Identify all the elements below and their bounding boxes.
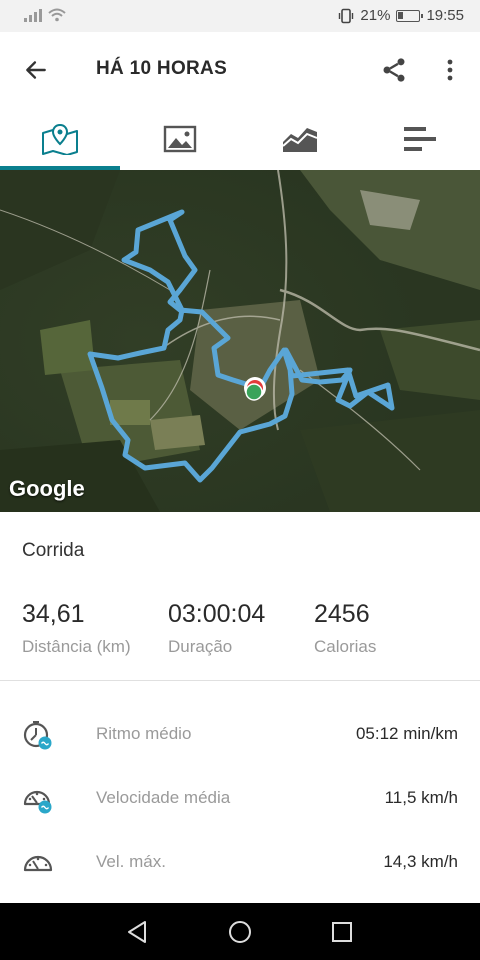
summary-stats: 34,61 Distância (km) 03:00:04 Duração 24… [0,600,480,670]
battery-icon [396,9,424,22]
stat-label: Calorias [314,637,377,656]
list-icon [404,127,436,151]
tab-splits[interactable] [360,108,480,170]
back-button[interactable] [18,52,54,88]
map-icon [42,123,78,155]
status-left [24,8,66,22]
stat-distance: 34,61 Distância (km) [22,600,131,657]
speedometer-icon [22,846,54,878]
stat-value: 03:00:04 [168,600,266,628]
share-icon [383,58,405,82]
tab-charts[interactable] [240,108,360,170]
metric-label: Vel. máx. [96,852,166,871]
tab-photos[interactable] [120,108,240,170]
activity-type: Corrida [22,540,85,561]
metric-row-avg-speed: Velocidade média 11,5 km/h [0,772,480,828]
tab-map[interactable] [0,108,120,170]
stat-label: Distância (km) [22,637,131,656]
metric-row-max-speed: Vel. máx. 14,3 km/h [0,836,480,892]
metric-label: Ritmo médio [96,724,192,743]
square-recents-icon [332,922,352,942]
more-options-button[interactable] [434,52,466,88]
stat-calories: 2456 Calorias [314,600,376,657]
circle-home-icon [229,921,251,943]
wifi-icon [48,8,66,22]
status-right: 21% 19:55 [338,7,464,24]
stat-value: 2456 [314,600,370,628]
nav-recents-button[interactable] [327,917,357,947]
image-icon [163,125,197,153]
status-bar: 21% 19:55 [0,0,480,32]
stat-label: Duração [168,637,233,656]
page-title: HÁ 10 HORAS [96,58,228,79]
stat-duration: 03:00:04 Duração [168,600,265,657]
clock: 19:55 [426,7,464,24]
share-button[interactable] [376,52,412,88]
more-vert-icon [447,59,453,81]
divider [0,680,480,681]
satellite-map [0,170,480,512]
arrow-back-icon [26,61,46,79]
tab-bar [0,108,480,170]
battery-percent: 21% [360,7,391,24]
nav-back-button[interactable] [122,917,152,947]
metric-row-avg-pace: Ritmo médio 05:12 min/km [0,708,480,764]
vibrate-icon [339,8,354,23]
stat-value: 34,61 [22,600,85,628]
metric-value: 14,3 km/h [383,852,458,871]
stopwatch-icon [22,718,54,750]
system-nav-bar [0,903,480,960]
chart-icon [282,128,318,152]
metric-value: 11,5 km/h [384,788,458,807]
nav-home-button[interactable] [225,917,255,947]
google-logo: Google [9,476,85,501]
route-map[interactable]: Google [0,170,480,512]
app-bar: HÁ 10 HORAS [0,32,480,108]
triangle-back-icon [128,921,146,943]
metric-value: 05:12 min/km [355,724,458,743]
signal-icon [24,8,42,22]
metric-label: Velocidade média [96,788,231,807]
speedometer-icon [22,782,54,814]
